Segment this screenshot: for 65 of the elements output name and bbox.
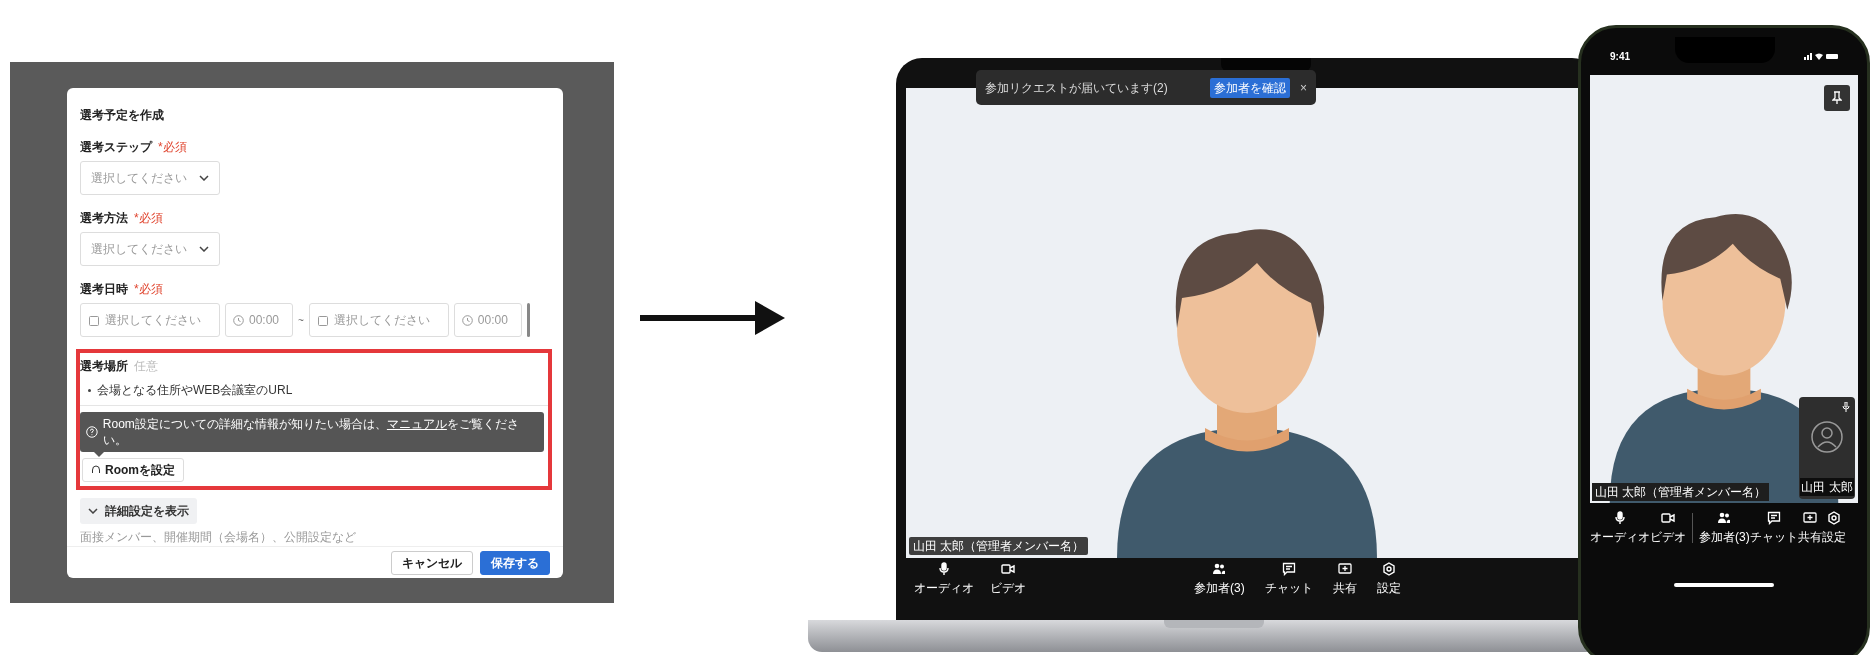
name-tag: 山田 太郎 (1800, 478, 1854, 496)
microphone-icon (1613, 510, 1627, 525)
field-mark: *必須 (134, 210, 163, 227)
gear-icon (1826, 510, 1841, 525)
details-hint: 面接メンバー、開催期間（会場名）、公開設定など (80, 529, 356, 546)
gear-icon (1381, 561, 1396, 576)
chevron-down-icon (199, 246, 209, 252)
chat-icon (1281, 561, 1296, 576)
screen-share-icon (1337, 561, 1352, 576)
field-mark: *必須 (134, 281, 163, 298)
manual-link[interactable]: マニュアル (386, 417, 447, 431)
field-label: 選考場所 (80, 358, 128, 375)
show-details-button[interactable]: 詳細設定を表示 (80, 498, 197, 524)
room-settings-button[interactable]: Roomを設定 (82, 458, 184, 482)
chat-icon (1766, 510, 1781, 525)
camera-icon (1661, 510, 1675, 525)
field-label: 選考ステップ (80, 139, 152, 156)
calendar-icon (317, 314, 328, 326)
headset-icon (91, 465, 101, 475)
pin-button[interactable] (1824, 85, 1850, 111)
field-mark: *必須 (158, 139, 187, 156)
field-label: 選考日時 (80, 281, 128, 298)
confirm-participants-button[interactable]: 参加者を確認 (1210, 77, 1290, 98)
screen-share-icon (1802, 510, 1817, 525)
status-time: 9:41 (1610, 49, 1630, 64)
pin-icon (1832, 91, 1842, 105)
cancel-button[interactable]: キャンセル (391, 550, 473, 575)
people-icon (1212, 561, 1227, 576)
chevron-down-icon (88, 508, 98, 514)
clock-icon (461, 314, 473, 326)
toolbar-button[interactable]: 共有 (1797, 510, 1822, 546)
field-mark: 任意 (134, 358, 158, 375)
calendar-icon (89, 314, 99, 326)
user-avatar-icon (1810, 420, 1844, 454)
camera-icon (1001, 561, 1015, 576)
toolbar-button[interactable]: 共有 (1328, 561, 1361, 597)
toolbar-button[interactable]: ビデオ (1650, 510, 1686, 546)
people-icon (1717, 510, 1732, 525)
scrollbar (526, 303, 530, 337)
name-tag: 山田 太郎（管理者メンバー名） (1592, 483, 1770, 501)
clock-icon (233, 314, 244, 326)
name-tag: 山田 太郎（管理者メンバー名） (909, 537, 1089, 555)
toolbar-button[interactable]: ビデオ (986, 561, 1030, 597)
toolbar-button[interactable]: チャット (1749, 510, 1798, 546)
bullet-text: 会場となる住所やWEB会議室のURL (97, 382, 293, 399)
toolbar-button[interactable]: チャット (1260, 561, 1317, 597)
tooltip-text: Room設定についての詳細な情報が知りたい場合は、マニュアルをご覧ください。 (102, 416, 520, 448)
toolbar-button[interactable]: 参加者(3) (1699, 510, 1750, 546)
mic-icon (1842, 402, 1850, 412)
status-icons (1804, 52, 1838, 60)
range-separator: ~ (298, 313, 304, 328)
close-button[interactable]: × (1300, 81, 1307, 94)
help-icon (86, 426, 98, 438)
chevron-down-icon (199, 175, 209, 181)
toolbar-button[interactable]: 設定 (1821, 510, 1846, 546)
microphone-icon (937, 561, 951, 576)
toolbar-button[interactable]: 設定 (1372, 561, 1405, 597)
toolbar-button[interactable]: 参加者(3) (1190, 561, 1249, 597)
save-button[interactable]: 保存する (480, 550, 550, 575)
toolbar-button[interactable]: オーディオ (1590, 510, 1650, 546)
arrow-icon (640, 300, 785, 335)
dialog-title: 選考予定を作成 (80, 107, 164, 124)
field-label: 選考方法 (80, 210, 128, 227)
toolbar-button[interactable]: オーディオ (910, 561, 978, 597)
toast-text: 参加リクエストが届いています(2) (985, 79, 1169, 97)
